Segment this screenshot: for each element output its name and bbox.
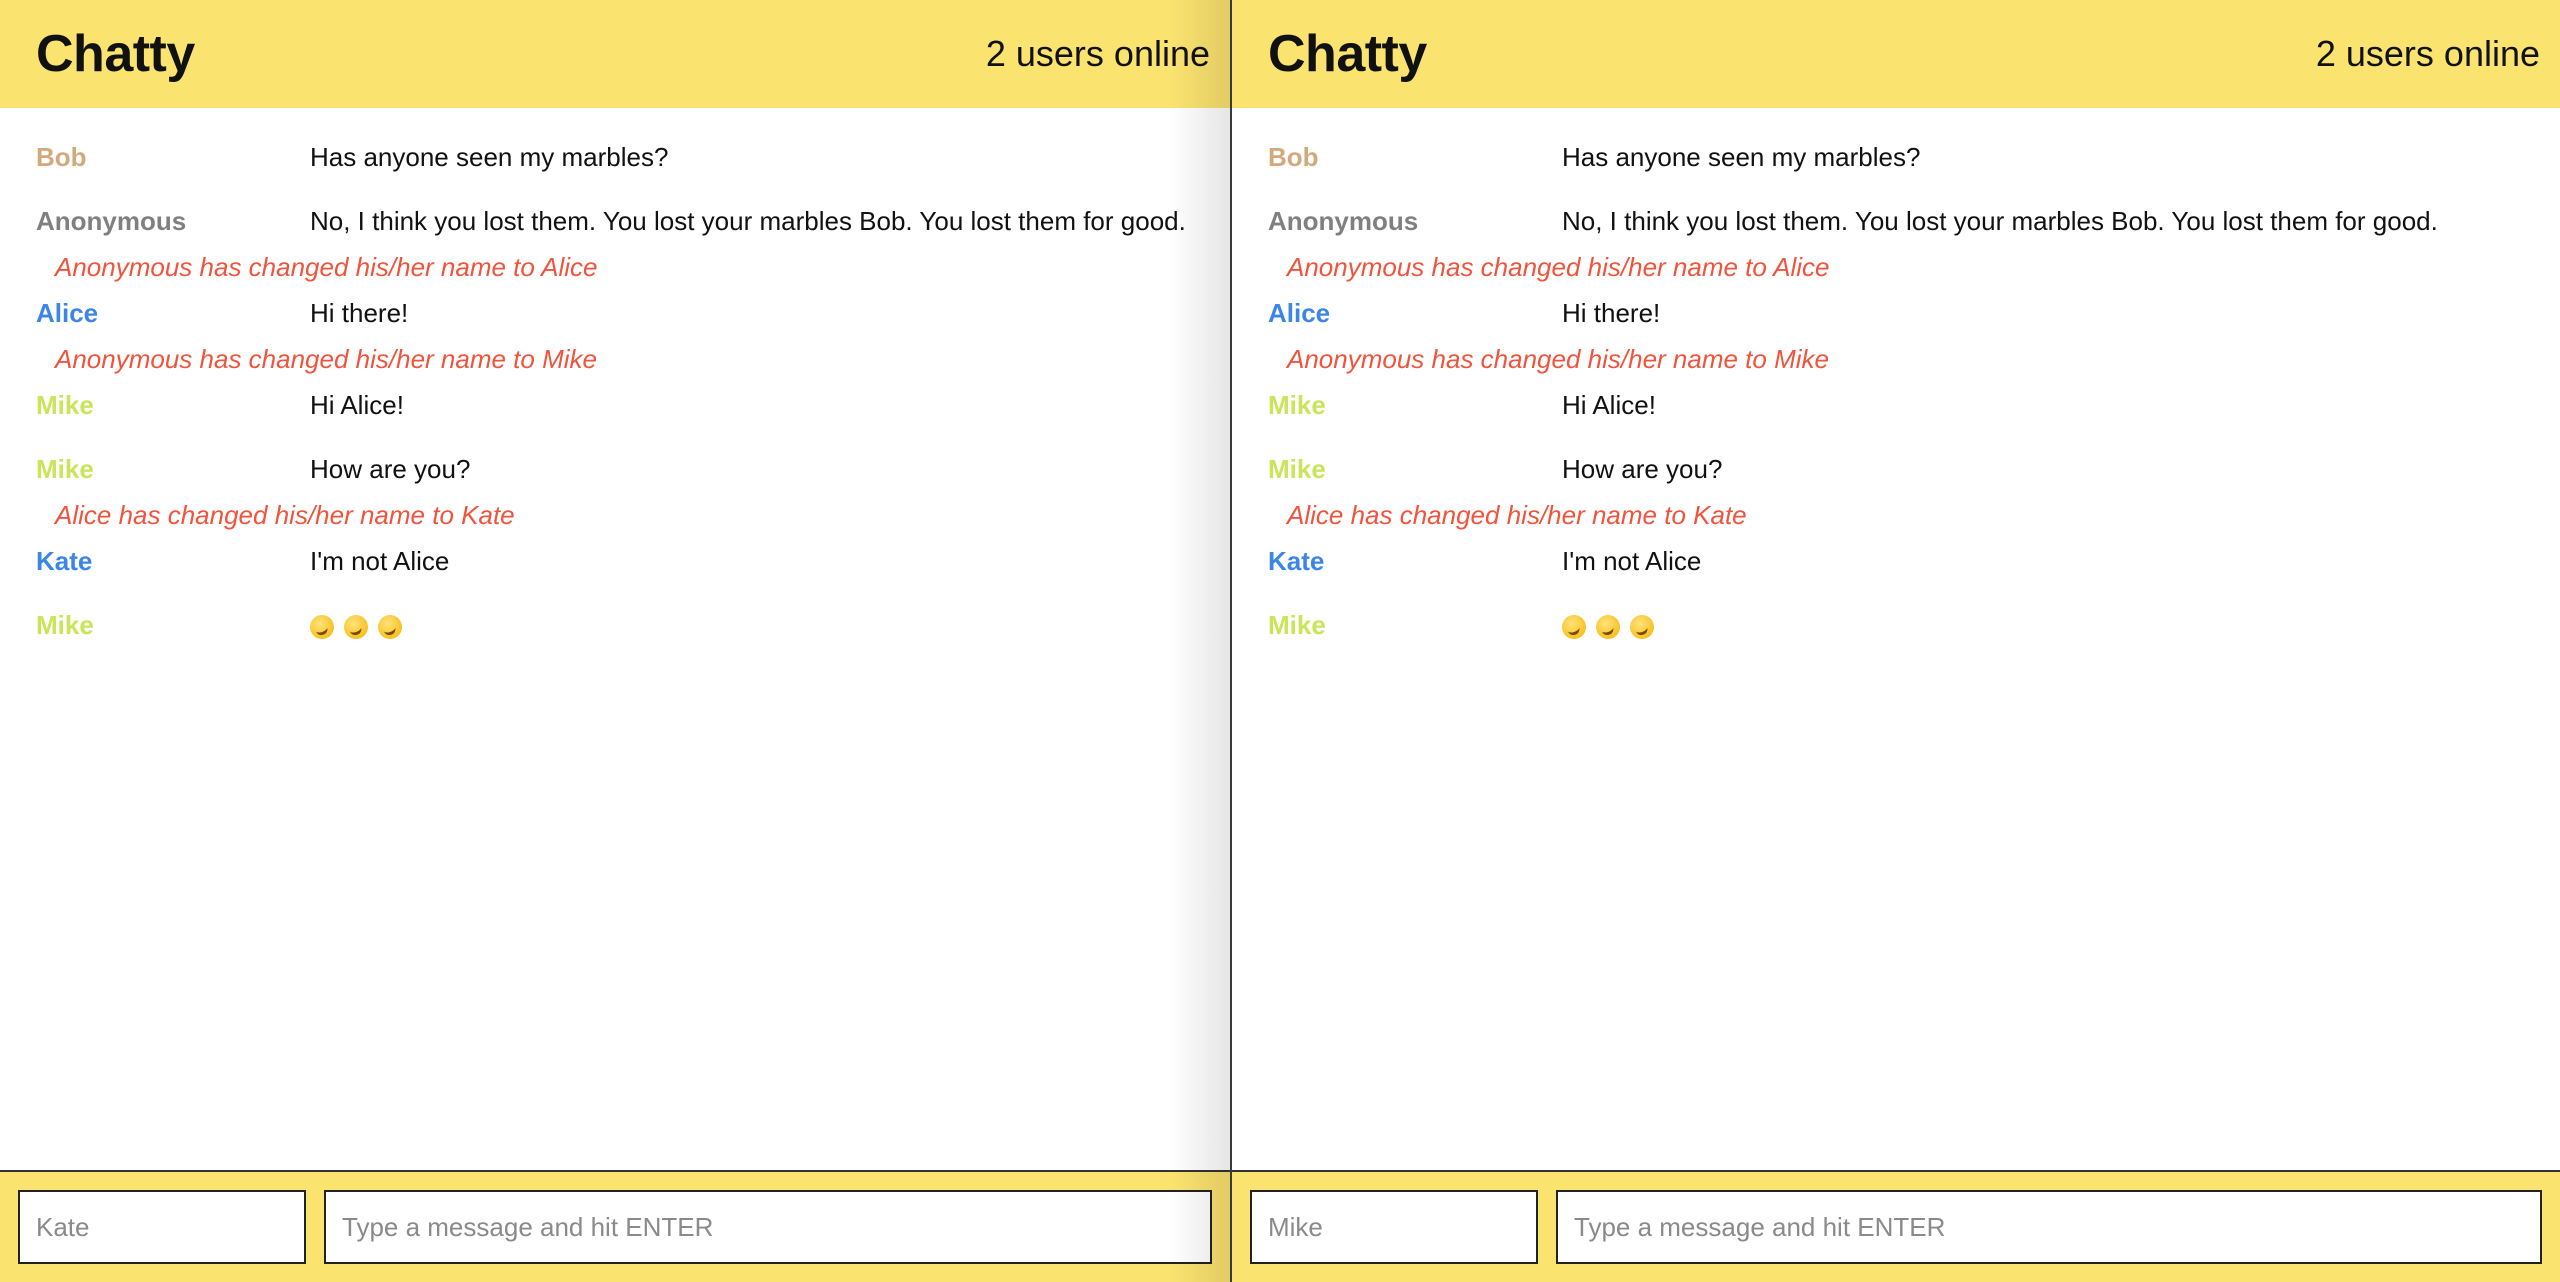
message-username: Anonymous [1268,206,1419,236]
message-content: How are you? [310,454,471,484]
message-content: No, I think you lost them. You lost your… [310,206,1186,236]
message-username: Mike [36,610,94,640]
brand-title[interactable]: Chatty [1268,24,1427,84]
message-username: Mike [1268,390,1326,420]
message-username: Alice [36,298,99,328]
rolling-on-floor-laughing-icon [344,615,368,640]
message-content: Hi Alice! [1562,390,1656,420]
navbar: Chatty 2 users online [1232,0,2560,108]
username-input[interactable] [1250,1190,1538,1264]
system-notification: Alice has changed his/her name to Kate [55,500,515,530]
chat-message: Mike Hi Alice! [0,390,1230,420]
app-screen: Chatty 2 users online Bob Has anyone seen… [0,0,2560,1282]
system-notification: Anonymous has changed his/her name to Al… [1287,252,1830,282]
message-username: Kate [36,546,93,576]
message-content: Has anyone seen my marbles? [310,142,669,172]
chat-bar [0,1170,1230,1282]
chat-message: Bob Has anyone seen my marbles? [0,142,1230,172]
message-username: Bob [36,142,87,172]
chat-message: Mike [1232,610,2560,640]
chat-message: Alice Hi there! [1232,298,2560,328]
message-username: Mike [36,454,94,484]
chat-message: Mike How are you? [0,454,1230,484]
username-input[interactable] [18,1190,306,1264]
navbar: Chatty 2 users online [0,0,1230,108]
chat-message: Anonymous No, I think you lost them. You … [0,206,1230,236]
message-content [310,610,412,640]
message-list[interactable]: Bob Has anyone seen my marbles? Anonymous N… [1232,108,2560,640]
chat-message: Bob Has anyone seen my marbles? [1232,142,2560,172]
message-input[interactable] [324,1190,1212,1264]
message-list[interactable]: Bob Has anyone seen my marbles? Anonymous N… [0,108,1230,640]
message-username: Mike [1268,454,1326,484]
message-username: Anonymous [36,206,187,236]
system-notification: Alice has changed his/her name to Kate [1287,500,1747,530]
chat-window-left: Chatty 2 users online Bob Has anyone seen… [0,0,1230,1282]
rolling-on-floor-laughing-icon [310,615,334,640]
chat-message: Kate I'm not Alice [0,546,1230,576]
message-content: Hi there! [1562,298,1661,328]
message-content: Hi there! [310,298,409,328]
rolling-on-floor-laughing-icon [1630,615,1654,640]
message-username: Mike [1268,610,1326,640]
message-content [1562,610,1664,640]
system-notification: Anonymous has changed his/her name to Mi… [1287,344,1829,374]
rolling-on-floor-laughing-icon [1562,615,1586,640]
brand-title[interactable]: Chatty [36,24,195,84]
users-online-count: 2 users online [2315,33,2540,74]
message-content: Hi Alice! [310,390,404,420]
chat-message: Mike [0,610,1230,640]
message-content: How are you? [1562,454,1723,484]
message-username: Alice [1268,298,1331,328]
chat-message: Anonymous No, I think you lost them. You … [1232,206,2560,236]
chat-window-right: Chatty 2 users online Bob Has anyone seen… [1232,0,2560,1282]
message-content: Has anyone seen my marbles? [1562,142,1921,172]
system-notification: Anonymous has changed his/her name to Al… [55,252,598,282]
system-notification: Anonymous has changed his/her name to Mi… [55,344,597,374]
message-content: I'm not Alice [1562,546,1702,576]
chat-message: Mike How are you? [1232,454,2560,484]
chat-message: Mike Hi Alice! [1232,390,2560,420]
rolling-on-floor-laughing-icon [378,615,402,640]
message-username: Mike [36,390,94,420]
rolling-on-floor-laughing-icon [1596,615,1620,640]
message-username: Bob [1268,142,1319,172]
chat-bar [1232,1170,2560,1282]
message-content: No, I think you lost them. You lost your… [1562,206,2438,236]
chat-message: Kate I'm not Alice [1232,546,2560,576]
message-content: I'm not Alice [310,546,450,576]
message-username: Kate [1268,546,1325,576]
message-input[interactable] [1556,1190,2542,1264]
users-online-count: 2 users online [985,33,1210,74]
chat-message: Alice Hi there! [0,298,1230,328]
